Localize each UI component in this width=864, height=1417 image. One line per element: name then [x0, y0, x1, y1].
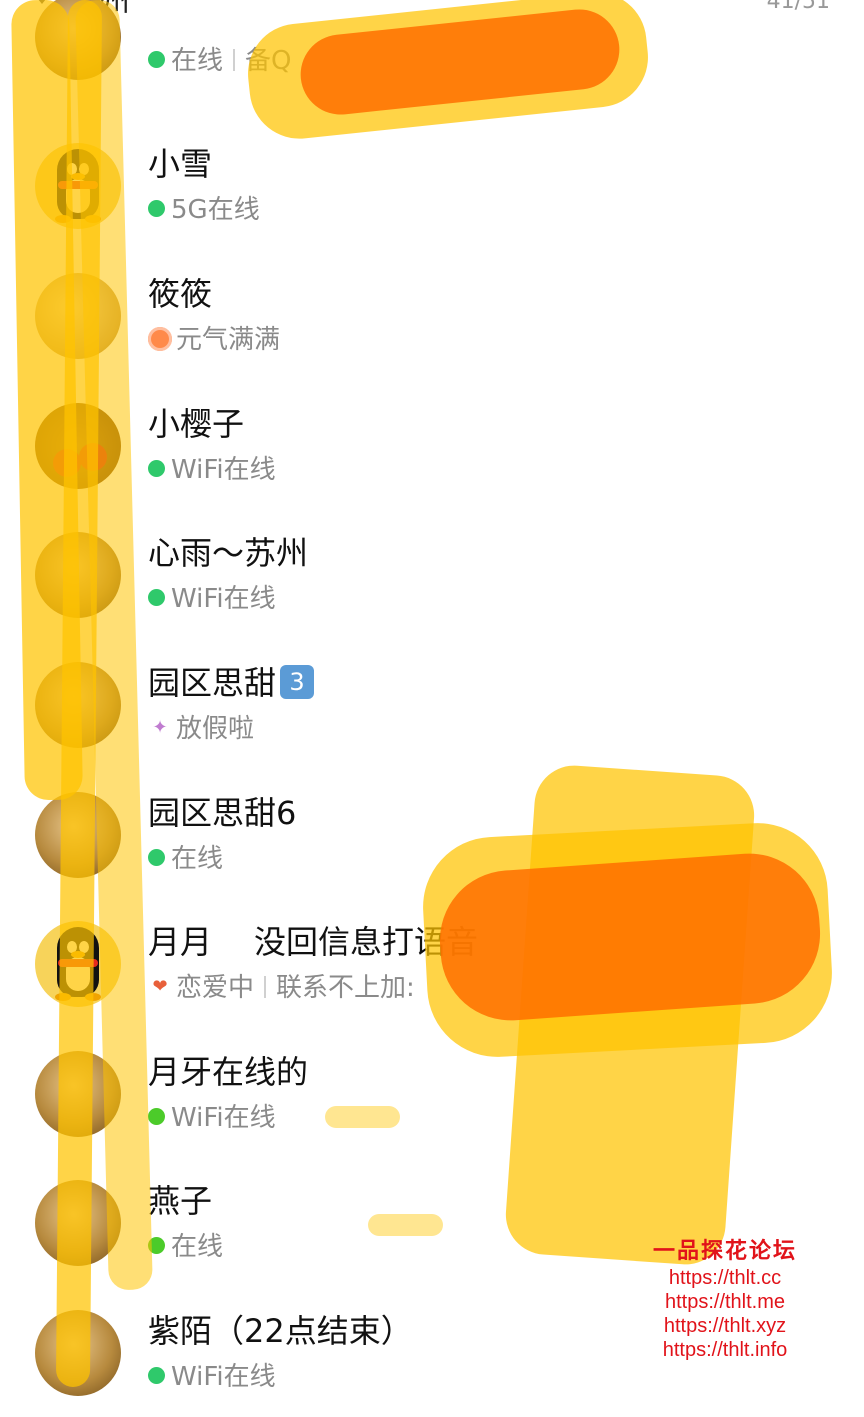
contact-status: WiFi在线: [148, 1358, 276, 1396]
contact-name: 小雪: [148, 145, 213, 183]
green-dot-icon: [148, 1367, 165, 1384]
contact-status: 在线 备Q: [148, 42, 291, 80]
watermark-title: 一品探花论坛: [652, 1238, 797, 1264]
contact-status: ✦ 放假啦: [148, 710, 254, 748]
contact-name: 月牙在线的: [148, 1053, 309, 1091]
contact-status: 5G在线: [148, 191, 260, 229]
green-dot-icon: [148, 589, 165, 606]
contact-status: WiFi在线: [148, 580, 276, 618]
contact-status: 元气满满: [148, 321, 280, 359]
contact-name: 园区思甜6: [148, 794, 297, 832]
avatar: [35, 662, 121, 748]
contact-row[interactable]: 月月 没回信息打语音 ❤ 恋爱中 联系不上加:: [0, 899, 864, 1028]
divider: [264, 975, 267, 998]
contact-row[interactable]: 筱筱 元气满满: [0, 251, 864, 380]
contact-row[interactable]: 园区思甜 3 ✦ 放假啦: [0, 640, 864, 769]
qq-penguin-icon: [35, 921, 121, 1007]
avatar: [35, 792, 121, 878]
keycap-3-emoji: 3: [280, 665, 315, 699]
contact-name: 筱筱: [148, 275, 213, 313]
contact-name: 小樱子: [148, 405, 245, 443]
contact-status: ❤ 恋爱中 联系不上加:: [148, 969, 414, 1007]
green-dot-icon: [148, 1108, 165, 1125]
avatar: [35, 403, 121, 489]
contact-row[interactable]: 小雪 5G在线: [0, 121, 864, 250]
green-dot-icon: [148, 200, 165, 217]
green-dot-icon: [148, 1237, 165, 1254]
contact-status: 在线: [148, 1228, 223, 1266]
watermark-link: https://thlt.cc: [668, 1267, 782, 1289]
contact-status: 在线: [148, 840, 223, 878]
contact-name: 月月 没回信息打语音: [148, 923, 479, 961]
contact-name: 燕子: [148, 1182, 213, 1220]
contact-row[interactable]: 小樱子 WiFi在线: [0, 381, 864, 510]
divider: [233, 48, 236, 71]
qq-penguin-icon: [35, 143, 121, 229]
forum-watermark: 一品探花论坛 https://thlt.cc https://thlt.me h…: [640, 1236, 810, 1362]
contact-row[interactable]: 园区思甜6 在线: [0, 770, 864, 899]
contact-row[interactable]: 月牙在线的 WiFi在线: [0, 1029, 864, 1158]
contact-name: 园区思甜 3: [148, 662, 315, 704]
party-popper-icon: ✦: [152, 716, 168, 738]
watermark-link: https://thlt.me: [664, 1291, 786, 1313]
avatar: [35, 0, 121, 80]
avatar: [35, 1180, 121, 1266]
flower-emoji-icon: [148, 326, 172, 351]
heart-face-emoji-icon: ❤: [152, 975, 168, 997]
contact-status: WiFi在线: [148, 451, 276, 489]
avatar: [35, 1051, 121, 1137]
contact-name: 紫陌（22点结束）: [148, 1312, 413, 1350]
watermark-link: https://thlt.xyz: [663, 1315, 787, 1337]
avatar: [35, 273, 121, 359]
green-dot-icon: [148, 849, 165, 866]
watermark-link: https://thlt.info: [662, 1339, 788, 1361]
avatar: [35, 532, 121, 618]
green-dot-icon: [148, 51, 165, 68]
contact-status: WiFi在线: [148, 1099, 276, 1137]
contact-row[interactable]: 在线 备Q: [0, 0, 864, 101]
contact-name: 心雨～苏州: [148, 534, 309, 572]
contact-row[interactable]: 心雨～苏州 WiFi在线: [0, 510, 864, 639]
green-dot-icon: [148, 460, 165, 477]
avatar: [35, 1310, 121, 1396]
